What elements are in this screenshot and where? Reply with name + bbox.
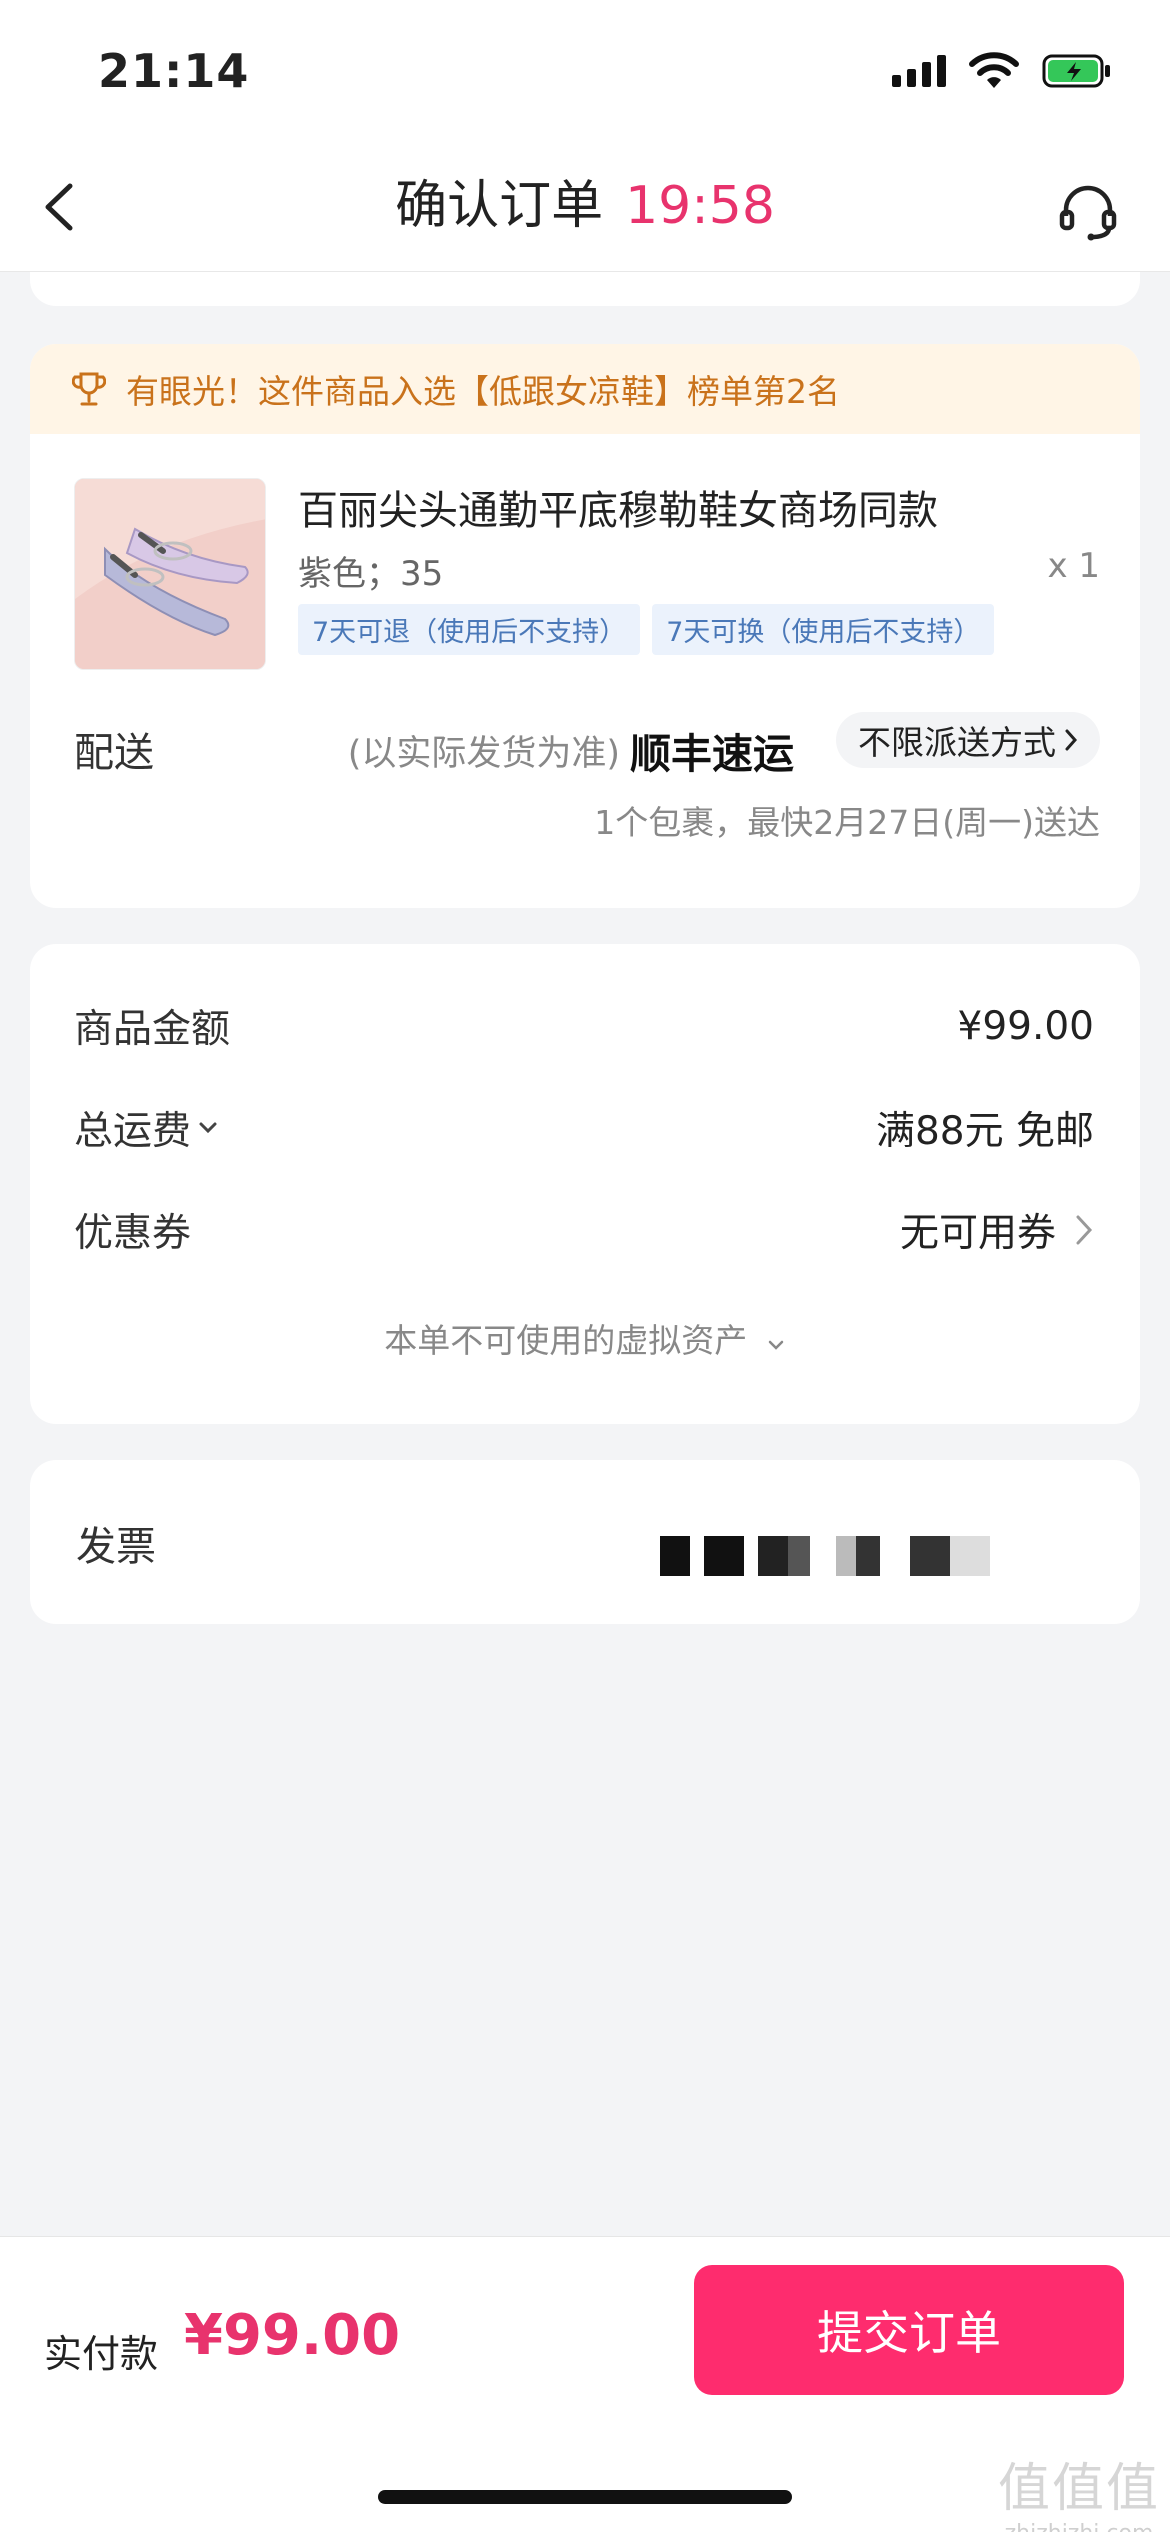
home-indicator[interactable] <box>378 2490 792 2504</box>
coupon-value-group[interactable]: 无可用券 <box>900 1202 1094 1258</box>
shipping-carrier: 顺丰速运 <box>630 730 794 778</box>
customer-service-icon[interactable] <box>1056 180 1120 244</box>
product-quantity: x 1 <box>1047 546 1100 586</box>
product-card: 有眼光！这件商品入选【低跟女凉鞋】榜单第2名 百丽尖头通勤平底穆勒鞋女商场同款 … <box>30 344 1140 908</box>
status-bar: 21:14 <box>0 0 1170 140</box>
nav-bar: 确认订单 19:58 <box>0 140 1170 272</box>
goods-amount-label: 商品金额 <box>74 1007 231 1052</box>
product-spec: 紫色；35 <box>298 554 444 594</box>
product-thumbnail[interactable] <box>74 478 266 670</box>
shipping-eta: 1个包裹，最快2月27日(周一)送达 <box>594 803 1100 842</box>
exchange-tag: 7天可换（使用后不支持） <box>652 604 995 655</box>
service-tags: 7天可退（使用后不支持） 7天可换（使用后不支持） <box>298 604 995 655</box>
wifi-icon <box>969 52 1019 88</box>
shoe-image <box>75 479 265 669</box>
watermark-mark: 值值值 <box>997 2459 1160 2519</box>
pay-label: 实付款 <box>44 2332 159 2376</box>
chevron-down-icon <box>768 1340 783 1350</box>
status-icons <box>892 52 1112 90</box>
freight-label: 总运费 <box>74 1109 192 1154</box>
coupon-row[interactable]: 优惠券 无可用券 <box>74 1202 1094 1258</box>
countdown-timer: 19:58 <box>625 176 775 236</box>
virtual-assets-toggle[interactable]: 本单不可使用的虚拟资产 <box>30 1314 1140 1362</box>
goods-amount-row: 商品金额 ¥99.00 <box>74 998 1094 1054</box>
shipping-method-label: 不限派送方式 <box>858 723 1056 762</box>
watermark: 值值值 zhizhizhi.com <box>998 2446 1160 2532</box>
virtual-assets-text: 本单不可使用的虚拟资产 <box>384 1321 748 1360</box>
rank-banner-text: 有眼光！这件商品入选【低跟女凉鞋】榜单第2名 <box>126 372 840 411</box>
shipping-method-button[interactable]: 不限派送方式 <box>836 712 1100 768</box>
address-card-bottom-edge <box>30 272 1140 306</box>
shipping-note: (以实际发货为准) <box>347 733 620 774</box>
status-time: 21:14 <box>98 44 250 98</box>
freight-value: 满88元 免邮 <box>875 1109 1094 1154</box>
chevron-right-icon <box>1065 729 1078 751</box>
freight-label-group[interactable]: 总运费 <box>74 1100 219 1156</box>
coupon-label: 优惠券 <box>74 1211 192 1256</box>
invoice-label: 发票 <box>76 1524 156 1570</box>
chevron-down-icon <box>199 1122 217 1134</box>
freight-row[interactable]: 总运费 满88元 免邮 <box>74 1100 1094 1156</box>
shipping-row: 配送 (以实际发货为准) 顺丰速运 不限派送方式 1个包裹，最快2月27日(周一… <box>30 684 1140 884</box>
nav-title-group: 确认订单 19:58 <box>0 174 1170 238</box>
chevron-right-icon <box>1076 1215 1093 1245</box>
shipping-label: 配送 <box>74 730 154 776</box>
watermark-site: zhizhizhi.com <box>998 2521 1160 2532</box>
invoice-card[interactable]: 发票 <box>30 1460 1140 1624</box>
battery-icon <box>1042 54 1110 88</box>
submit-order-button[interactable]: 提交订单 <box>694 2265 1124 2395</box>
signal-icon <box>892 55 946 87</box>
goods-amount-value: ¥99.00 <box>957 1003 1094 1049</box>
product-row[interactable]: 百丽尖头通勤平底穆勒鞋女商场同款 紫色；35 x 1 7天可退（使用后不支持） … <box>30 434 1140 684</box>
return-tag: 7天可退（使用后不支持） <box>298 604 641 655</box>
shipping-info: (以实际发货为准) 顺丰速运 <box>348 720 794 780</box>
coupon-value: 无可用券 <box>899 1211 1056 1256</box>
page-title: 确认订单 <box>395 176 604 236</box>
product-title[interactable]: 百丽尖头通勤平底穆勒鞋女商场同款 <box>298 478 938 536</box>
invoice-value-redacted <box>660 1536 990 1576</box>
bottom-bar: 实付款 ¥99.00 提交订单 <box>0 2236 1170 2532</box>
fees-card: 商品金额 ¥99.00 总运费 满88元 免邮 优惠券 无可用券 本单不可使用的… <box>30 944 1140 1424</box>
rank-banner[interactable]: 有眼光！这件商品入选【低跟女凉鞋】榜单第2名 <box>30 344 1140 434</box>
trophy-icon <box>72 372 106 406</box>
pay-amount: ¥99.00 <box>184 2303 401 2368</box>
